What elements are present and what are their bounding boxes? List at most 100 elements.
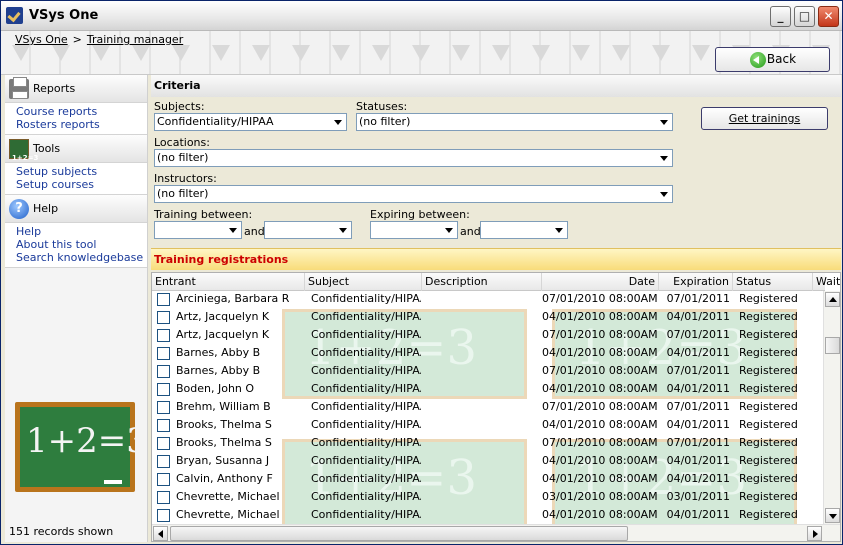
cell-subject: Confidentiality/HIPAA [311, 382, 421, 395]
row-checkbox[interactable] [157, 437, 170, 450]
chalkboard-image: 1+2=3 [15, 402, 148, 492]
scroll-down-icon[interactable] [825, 508, 840, 523]
table-row[interactable]: Brooks, Thelma S Confidentiality/HIPAA 04/… [152, 416, 825, 434]
back-button[interactable]: Back [715, 47, 830, 72]
minimize-button[interactable]: _ [770, 6, 791, 27]
column-header-subject[interactable]: Subject [305, 273, 422, 291]
table-row[interactable]: Calvin, Anthony F Confidentiality/HIPAA 04… [152, 470, 825, 488]
row-checkbox[interactable] [157, 311, 170, 324]
row-checkbox[interactable] [157, 419, 170, 432]
subjects-dropdown[interactable]: Confidentiality/HIPAA [154, 113, 347, 131]
expiring-to-date[interactable] [480, 221, 568, 239]
scroll-thumb[interactable] [825, 337, 840, 354]
sidebar-link-help[interactable]: Help [16, 225, 147, 238]
cell-subject: Confidentiality/HIPAA [311, 454, 421, 467]
breadcrumb: VSys One > Training manager [15, 33, 183, 46]
cell-entrant: Brooks, Thelma S [176, 418, 272, 431]
sidebar-section-reports[interactable]: Reports [5, 75, 147, 103]
sidebar-link-setup-courses[interactable]: Setup courses [16, 178, 147, 191]
cell-entrant: Chevrette, Michael [176, 508, 280, 521]
training-from-date[interactable] [154, 221, 242, 239]
table-row[interactable]: Artz, Jacquelyn K Confidentiality/HIPAA 07… [152, 326, 825, 344]
column-header-status[interactable]: Status [733, 273, 813, 291]
cell-status: Registered [739, 310, 798, 323]
column-header-description[interactable]: Description [422, 273, 542, 291]
sidebar-section-tools[interactable]: 1+2=3 Tools [5, 135, 147, 163]
subjects-value: Confidentiality/HIPAA [157, 115, 274, 128]
cell-date: 07/01/2010 08:00AM [542, 292, 658, 305]
table-row[interactable]: Bryan, Susanna J Confidentiality/HIPAA 04/… [152, 452, 825, 470]
row-checkbox[interactable] [157, 329, 170, 342]
get-trainings-button[interactable]: Get trainings [701, 107, 828, 130]
instructors-dropdown[interactable]: (no filter) [154, 185, 673, 203]
column-header-date[interactable]: Date [542, 273, 659, 291]
table-row[interactable]: Brehm, William B Confidentiality/HIPAA 07/… [152, 398, 825, 416]
sidebar: Reports Course reports Rosters reports 1… [5, 75, 148, 542]
cell-status: Registered [739, 364, 798, 377]
cell-expiration: 04/01/2011 [666, 382, 730, 395]
scroll-up-icon[interactable] [825, 292, 840, 307]
title-bar: VSys One _ □ ✕ [1, 1, 842, 31]
expiring-from-date[interactable] [370, 221, 458, 239]
statuses-dropdown[interactable]: (no filter) [356, 113, 673, 131]
row-checkbox[interactable] [157, 293, 170, 306]
training-to-date[interactable] [264, 221, 352, 239]
close-button[interactable]: ✕ [818, 6, 839, 27]
cell-status: Registered [739, 400, 798, 413]
row-checkbox[interactable] [157, 401, 170, 414]
row-checkbox[interactable] [157, 491, 170, 504]
row-checkbox[interactable] [157, 455, 170, 468]
registrations-header: Training registrations [151, 248, 841, 270]
row-checkbox[interactable] [157, 473, 170, 486]
table-row[interactable]: Barnes, Abby B Confidentiality/HIPAA 07/01… [152, 362, 825, 380]
cell-expiration: 07/01/2011 [666, 400, 730, 413]
sidebar-link-course-reports[interactable]: Course reports [16, 105, 147, 118]
table-row[interactable]: Arciniega, Barbara R Confidentiality/HIPA… [152, 290, 825, 308]
sidebar-section-help[interactable]: ? Help [5, 195, 147, 223]
row-checkbox[interactable] [157, 347, 170, 360]
cell-subject: Confidentiality/HIPAA [311, 400, 421, 413]
cell-entrant: Artz, Jacquelyn K [176, 310, 270, 323]
cell-entrant: Boden, John O [176, 382, 255, 395]
subjects-label: Subjects: [154, 100, 205, 113]
table-row[interactable]: Artz, Jacquelyn K Confidentiality/HIPAA 04… [152, 308, 825, 326]
row-checkbox[interactable] [157, 365, 170, 378]
maximize-button[interactable]: □ [794, 6, 815, 27]
sidebar-link-about[interactable]: About this tool [16, 238, 147, 251]
and-label: and [244, 225, 265, 238]
sidebar-link-search-knowledgebase[interactable]: Search knowledgebase [16, 251, 147, 264]
row-checkbox[interactable] [157, 383, 170, 396]
table-row[interactable]: Brooks, Thelma S Confidentiality/HIPAA 07/… [152, 434, 825, 452]
column-header-wait[interactable]: Wait [813, 273, 840, 291]
chalkboard-equation: 1+2=3 [26, 421, 148, 461]
column-header-expiration[interactable]: Expiration [659, 273, 733, 291]
cell-subject: Confidentiality/HIPAA [311, 472, 421, 485]
column-header-entrant[interactable]: Entrant [152, 273, 305, 291]
locations-dropdown[interactable]: (no filter) [154, 149, 673, 167]
registrations-grid: 1+2=3 1+2=3 1+2=3 1+2=3 Entrant Subject … [151, 272, 841, 542]
vertical-scrollbar[interactable] [823, 291, 840, 524]
cell-status: Registered [739, 454, 798, 467]
sidebar-link-rosters-reports[interactable]: Rosters reports [16, 118, 147, 131]
scroll-right-icon[interactable] [807, 526, 822, 541]
cell-subject: Confidentiality/HIPAA [311, 490, 421, 503]
horizontal-scrollbar[interactable] [152, 524, 840, 541]
cell-date: 04/01/2010 08:00AM [542, 508, 658, 521]
table-row[interactable]: Chevrette, Michael Confidentiality/HIPAA 0… [152, 488, 825, 506]
table-row[interactable]: Chevrette, Michael Confidentiality/HIPAA 0… [152, 506, 825, 524]
chevron-down-icon [442, 223, 456, 237]
cell-date: 07/01/2010 08:00AM [542, 436, 658, 449]
breadcrumb-current-link[interactable]: Training manager [87, 33, 183, 46]
table-row[interactable]: Boden, John O Confidentiality/HIPAA 04/01/… [152, 380, 825, 398]
scroll-left-icon[interactable] [153, 526, 168, 541]
cell-expiration: 04/01/2011 [666, 454, 730, 467]
row-checkbox[interactable] [157, 509, 170, 522]
horizontal-scroll-thumb[interactable] [170, 526, 628, 541]
breadcrumb-home-link[interactable]: VSys One [15, 33, 68, 46]
cell-entrant: Chevrette, Michael [176, 490, 280, 503]
table-row[interactable]: Barnes, Abby B Confidentiality/HIPAA 04/01… [152, 344, 825, 362]
cell-entrant: Barnes, Abby B [176, 346, 261, 359]
cell-entrant: Barnes, Abby B [176, 364, 261, 377]
records-count: 151 records shown [9, 525, 114, 538]
cell-entrant: Arciniega, Barbara R [176, 292, 290, 305]
